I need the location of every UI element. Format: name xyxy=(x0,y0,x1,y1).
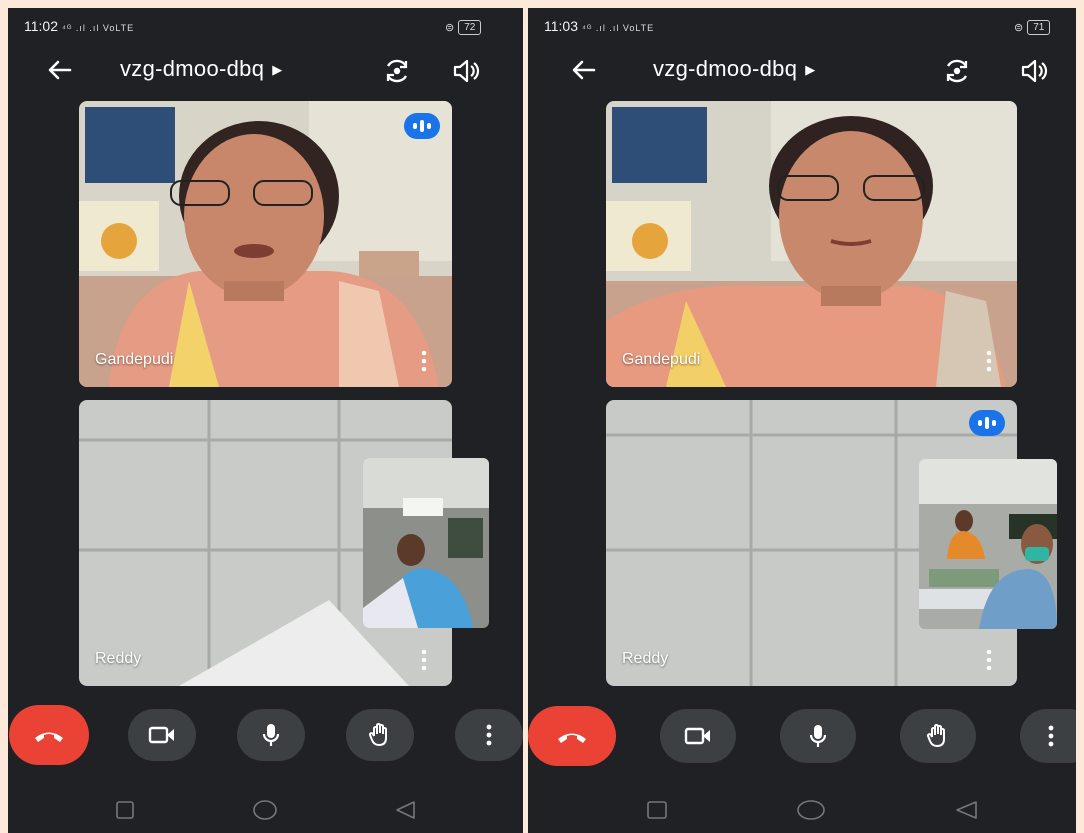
camera-button[interactable] xyxy=(128,709,196,761)
self-view-video xyxy=(363,458,489,628)
status-time: 11:03 xyxy=(544,18,578,34)
arrow-left-icon[interactable] xyxy=(570,56,598,84)
microphone-icon xyxy=(809,725,827,747)
participant-name: Reddy xyxy=(95,650,142,667)
arrow-left-icon[interactable] xyxy=(46,56,74,84)
self-view[interactable] xyxy=(363,458,489,628)
meeting-code-title[interactable]: vzg-dmoo-dbq ▶ xyxy=(120,56,283,82)
microphone-button[interactable] xyxy=(237,709,305,761)
battery-indicator: ⊜ 71 xyxy=(1014,20,1051,35)
raise-hand-button[interactable] xyxy=(346,709,414,761)
more-vertical-icon[interactable] xyxy=(418,648,430,672)
more-vertical-icon[interactable] xyxy=(983,349,995,373)
participant-name: Gandepudi xyxy=(622,351,701,368)
participant-name: Gandepudi xyxy=(95,351,174,368)
switch-camera-icon[interactable] xyxy=(942,56,972,86)
participant-name: Reddy xyxy=(622,650,669,667)
microphone-icon xyxy=(262,724,280,746)
participant-tile[interactable]: Gandepudi xyxy=(79,101,452,387)
more-options-button[interactable] xyxy=(1020,709,1076,763)
phone-hangup-icon xyxy=(35,732,63,742)
participant-video xyxy=(79,101,452,387)
square-icon[interactable] xyxy=(646,800,668,820)
meeting-code-title[interactable]: vzg-dmoo-dbq ▶ xyxy=(653,56,816,82)
lock-rotation-icon: ⊜ xyxy=(1014,22,1024,34)
phone-screen-left: 11:02 ⁴ᴳ .ıl .ıl VoLTE ⊜ 72 vzg-dmoo-dbq ▶ xyxy=(8,8,523,833)
battery-level: 71 xyxy=(1027,20,1051,35)
circle-icon[interactable] xyxy=(796,799,826,821)
meeting-code: vzg-dmoo-dbq xyxy=(653,56,798,81)
participant-video xyxy=(606,101,1017,387)
hand-icon xyxy=(927,724,945,747)
more-options-button[interactable] xyxy=(455,709,523,761)
triangle-back-icon[interactable] xyxy=(954,800,978,820)
more-vertical-icon xyxy=(486,724,492,746)
microphone-button[interactable] xyxy=(780,709,856,763)
triangle-back-icon[interactable] xyxy=(394,800,416,820)
status-time: 11:02 xyxy=(24,18,58,34)
speaker-icon[interactable] xyxy=(1019,56,1049,86)
battery-indicator: ⊜ 72 xyxy=(445,20,482,35)
more-vertical-icon[interactable] xyxy=(983,648,995,672)
phone-screen-right: 11:03 ⁴ᴳ .ıl .ıl VoLTE ⊜ 71 vzg-dmoo-dbq ▶ xyxy=(528,8,1076,833)
self-view[interactable] xyxy=(919,459,1057,629)
hand-icon xyxy=(369,723,387,746)
status-bar-left: 11:02 ⁴ᴳ .ıl .ıl VoLTE xyxy=(24,18,134,34)
end-call-button[interactable] xyxy=(9,705,89,765)
camera-button[interactable] xyxy=(660,709,736,763)
raise-hand-button[interactable] xyxy=(900,709,976,763)
video-camera-icon xyxy=(684,727,710,745)
phone-hangup-icon xyxy=(558,733,586,743)
signal-indicator: ⁴ᴳ .ıl .ıl VoLTE xyxy=(62,23,135,33)
caret-right-icon: ▶ xyxy=(272,62,283,78)
more-vertical-icon xyxy=(1048,725,1054,747)
meeting-code: vzg-dmoo-dbq xyxy=(120,56,265,81)
circle-icon[interactable] xyxy=(252,799,278,821)
participant-tile[interactable]: Gandepudi xyxy=(606,101,1017,387)
status-bar-right: 11:03 ⁴ᴳ .ıl .ıl VoLTE xyxy=(544,18,654,34)
speaking-indicator-icon xyxy=(404,113,440,139)
lock-rotation-icon: ⊜ xyxy=(445,22,455,34)
square-icon[interactable] xyxy=(115,800,135,820)
battery-level: 72 xyxy=(458,20,482,35)
speaker-icon[interactable] xyxy=(451,56,481,86)
more-vertical-icon[interactable] xyxy=(418,349,430,373)
switch-camera-icon[interactable] xyxy=(382,56,412,86)
signal-indicator: ⁴ᴳ .ıl .ıl VoLTE xyxy=(582,23,655,33)
video-camera-icon xyxy=(148,726,174,744)
speaking-indicator-icon xyxy=(969,410,1005,436)
caret-right-icon: ▶ xyxy=(805,62,816,78)
end-call-button[interactable] xyxy=(528,706,616,766)
self-view-video xyxy=(919,459,1057,629)
